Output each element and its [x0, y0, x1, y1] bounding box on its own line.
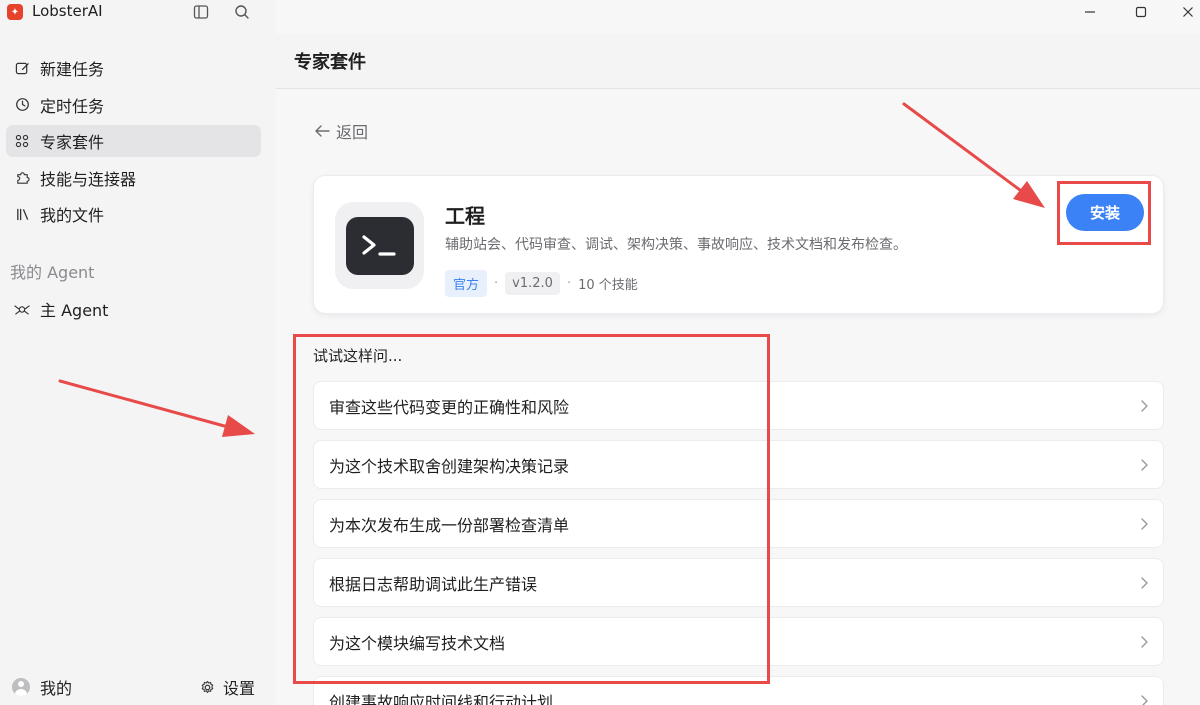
agent-label: 主 Agent — [40, 301, 109, 320]
page-title: 专家套件 — [294, 52, 366, 73]
chevron-right-icon — [1139, 399, 1149, 413]
agents-section-title: 我的 Agent — [10, 263, 95, 282]
prompt-text: 根据日志帮助调试此生产错误 — [329, 574, 538, 594]
kit-title: 工程 — [445, 204, 485, 228]
main-header: 专家套件 — [276, 34, 1200, 89]
sidebar-item-my-files[interactable]: 我的文件 — [6, 198, 261, 230]
agent-icon — [14, 301, 30, 317]
prompt-text: 为这个技术取舍创建架构决策记录 — [329, 456, 570, 476]
sidebar-toggle-icon[interactable] — [191, 2, 211, 22]
chevron-right-icon — [1139, 458, 1149, 472]
sidebar-item-expert-kits[interactable]: 专家套件 — [6, 125, 261, 157]
sidebar-item-scheduled-tasks[interactable]: 定时任务 — [6, 89, 261, 121]
window-controls — [1040, 0, 1200, 24]
app-logo-icon: ✦ — [7, 4, 23, 20]
profile-label: 我的 — [40, 679, 73, 698]
chevron-right-icon — [1139, 694, 1149, 705]
main-panel: 专家套件 返回 工程 辅助站会、代码审查、调试、架构决策、事故响应、技术文档和发… — [276, 0, 1200, 705]
app-title: LobsterAI — [32, 2, 103, 20]
kit-icon-frame — [335, 202, 424, 289]
back-button[interactable]: 返回 — [314, 119, 368, 143]
sidebar-item-new-task[interactable]: 新建任务 — [6, 52, 261, 84]
settings-label: 设置 — [223, 679, 256, 698]
chevron-right-icon — [1139, 635, 1149, 649]
settings-button[interactable]: 设置 — [199, 675, 255, 699]
meta-separator: · — [566, 276, 572, 291]
prompt-suggestion[interactable]: 审查这些代码变更的正确性和风险 — [313, 381, 1164, 430]
kit-description: 辅助站会、代码审查、调试、架构决策、事故响应、技术文档和发布检查。 — [445, 237, 907, 253]
sidebar-item-label: 定时任务 — [40, 96, 105, 116]
try-asking-label: 试试这样问... — [313, 347, 403, 365]
prompt-suggestion[interactable]: 为本次发布生成一份部署检查清单 — [313, 499, 1164, 548]
prompt-suggestion[interactable]: 为这个技术取舍创建架构决策记录 — [313, 440, 1164, 489]
minimize-icon[interactable] — [1082, 4, 1098, 20]
gear-icon — [199, 679, 215, 695]
profile-button[interactable]: 我的 — [12, 675, 72, 699]
chevron-right-icon — [1139, 576, 1149, 590]
sidebar-nav: 新建任务 定时任务 专家套件 技能与连接器 我的文件 — [6, 52, 261, 235]
prompt-text: 为本次发布生成一份部署检查清单 — [329, 515, 570, 535]
search-icon[interactable] — [232, 2, 252, 22]
edit-icon — [14, 60, 30, 76]
official-badge: 官方 — [445, 270, 488, 297]
sidebar: ✦ LobsterAI 新建任务 定时任务 专家套件 技能与连接器 我的文件 我… — [0, 0, 276, 705]
sidebar-item-label: 新建任务 — [40, 60, 105, 79]
avatar — [12, 678, 30, 696]
meta-separator: · — [494, 276, 499, 291]
books-icon — [14, 206, 30, 222]
version-badge: v1.2.0 — [505, 272, 560, 295]
close-icon[interactable] — [1180, 4, 1196, 20]
kit-meta: 官方 · v1.2.0 · 10 个技能 — [445, 270, 638, 297]
clock-icon — [14, 97, 30, 113]
skills-count: 10 个技能 — [578, 278, 638, 293]
terminal-icon — [345, 216, 414, 275]
prompt-suggestion[interactable]: 创建事故响应时间线和行动计划 — [313, 676, 1164, 705]
grid-icon — [14, 133, 30, 149]
sidebar-footer: 我的 设置 — [0, 672, 276, 702]
sidebar-item-label: 专家套件 — [40, 133, 105, 152]
prompt-suggestion[interactable]: 为这个模块编写技术文档 — [313, 617, 1164, 666]
back-label: 返回 — [336, 123, 369, 142]
chevron-right-icon — [1139, 517, 1149, 531]
sidebar-item-label: 我的文件 — [40, 206, 105, 225]
sidebar-item-skills-connectors[interactable]: 技能与连接器 — [6, 162, 261, 194]
titlebar: ✦ LobsterAI — [0, 0, 276, 24]
prompt-suggestion[interactable]: 根据日志帮助调试此生产错误 — [313, 558, 1164, 607]
sidebar-item-label: 技能与连接器 — [40, 169, 137, 189]
sidebar-item-main-agent[interactable]: 主 Agent — [6, 293, 261, 325]
prompt-text: 创建事故响应时间线和行动计划 — [329, 692, 554, 705]
prompt-text: 为这个模块编写技术文档 — [329, 633, 506, 653]
maximize-icon[interactable] — [1133, 4, 1149, 20]
prompt-text: 审查这些代码变更的正确性和风险 — [329, 397, 570, 417]
arrow-left-icon — [314, 124, 330, 138]
kit-card: 工程 辅助站会、代码审查、调试、架构决策、事故响应、技术文档和发布检查。 官方 … — [313, 175, 1164, 314]
puzzle-icon — [14, 170, 30, 186]
prompt-list: 审查这些代码变更的正确性和风险 为这个技术取舍创建架构决策记录 为本次发布生成一… — [313, 381, 1164, 705]
install-button[interactable]: 安装 — [1066, 194, 1144, 231]
